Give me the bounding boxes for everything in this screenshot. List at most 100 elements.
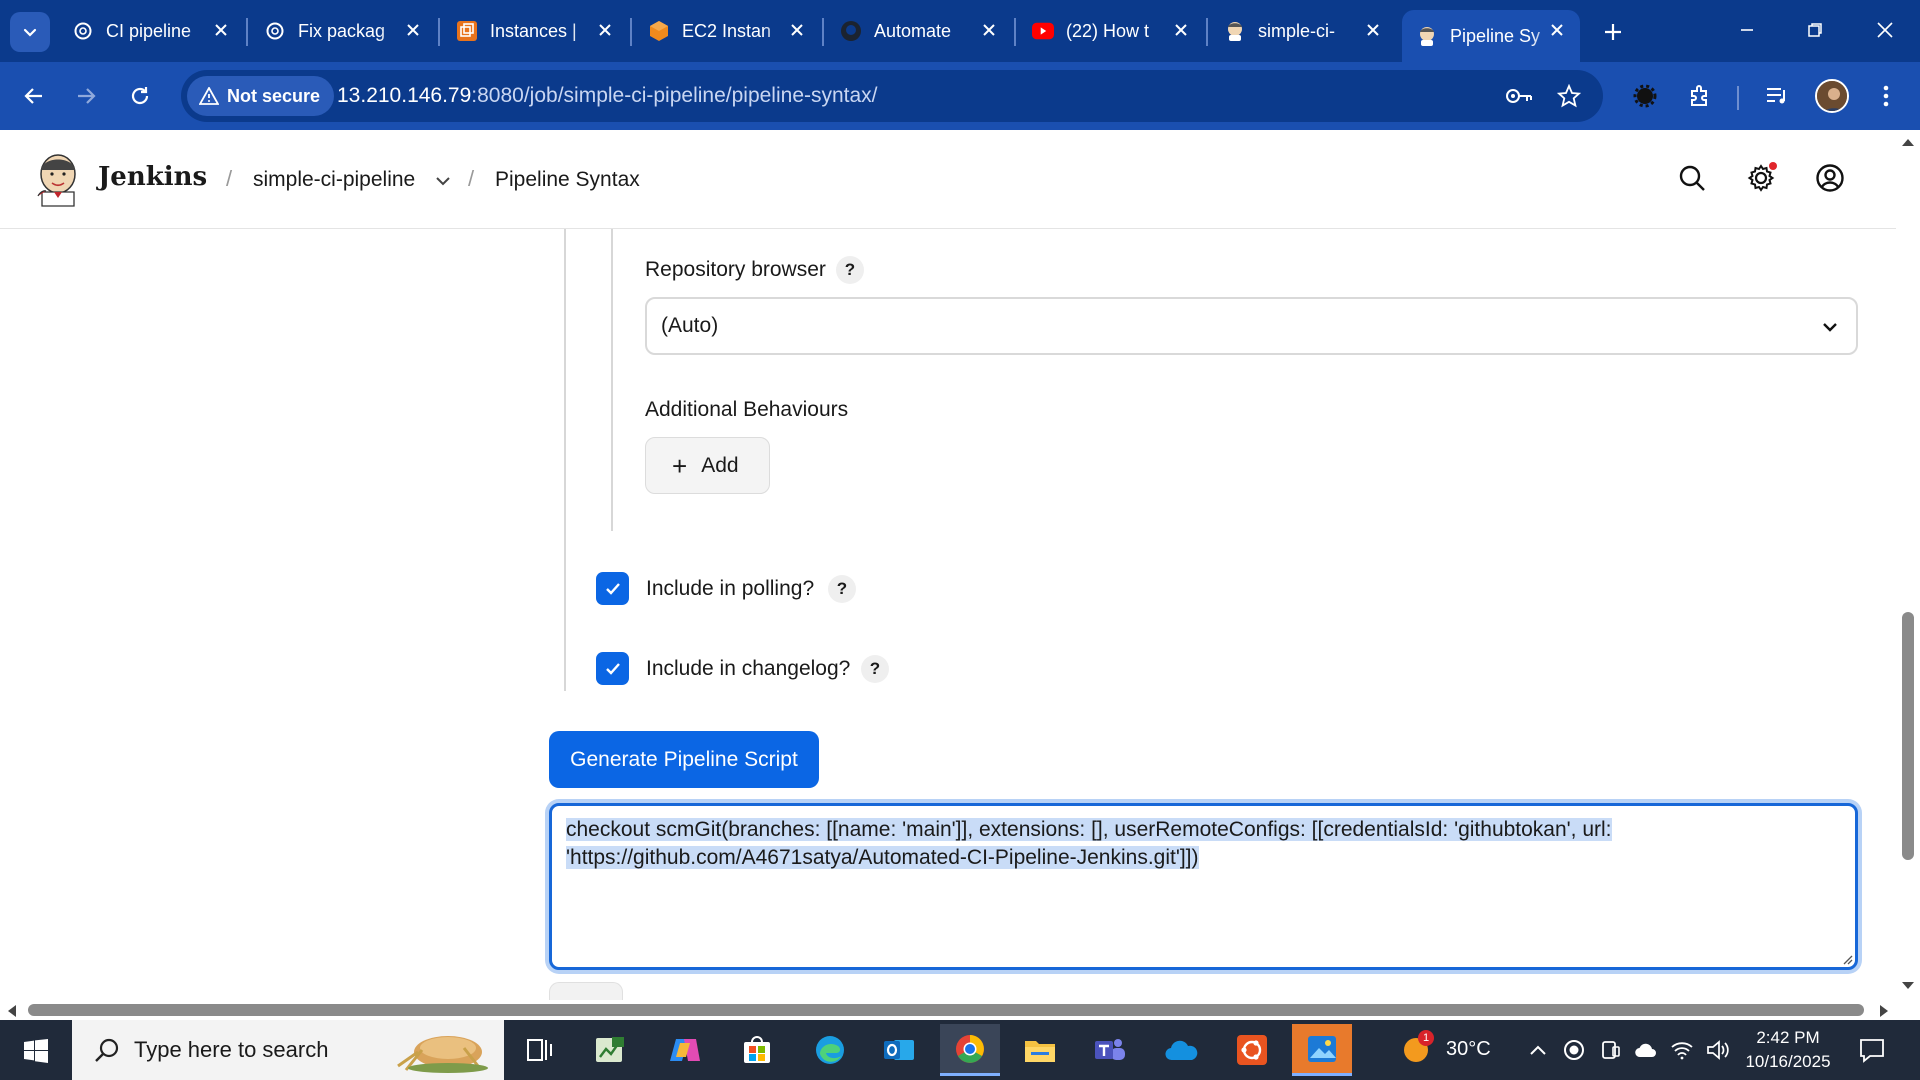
scroll-left-arrow-icon[interactable]	[6, 1004, 18, 1018]
windows-start-button[interactable]	[14, 1034, 58, 1068]
system-clock[interactable]: 2:42 PM 10/16/2025	[1740, 1026, 1836, 1074]
toolbar-separator	[1737, 86, 1739, 110]
notification-dot	[1769, 162, 1777, 170]
user-account-icon[interactable]	[1812, 160, 1848, 196]
close-icon[interactable]	[1362, 19, 1384, 41]
taskbar-search-box[interactable]: Type here to search	[72, 1020, 504, 1080]
back-button[interactable]	[14, 76, 54, 116]
browser-tab[interactable]: EC2 Instan	[634, 11, 820, 51]
profile-avatar[interactable]	[1815, 79, 1849, 113]
task-view-button[interactable]	[510, 1024, 570, 1076]
tab-title: Pipeline Sy	[1450, 25, 1541, 46]
reload-button[interactable]	[120, 76, 160, 116]
horizontal-scrollbar[interactable]	[0, 1000, 1896, 1020]
resize-handle-icon[interactable]	[1841, 953, 1853, 965]
breadcrumb-job[interactable]: simple-ci-pipeline	[253, 168, 415, 192]
jenkins-icon	[1416, 25, 1438, 47]
generate-pipeline-script-button[interactable]: Generate Pipeline Script	[549, 731, 819, 788]
repo-browser-select[interactable]: (Auto)	[645, 297, 1858, 355]
extension-gear-icon[interactable]	[1625, 76, 1665, 116]
additional-behaviours-label: Additional Behaviours	[645, 398, 849, 421]
scrollbar-thumb[interactable]	[1902, 612, 1914, 860]
include-polling-label[interactable]: Include in polling?	[646, 577, 814, 601]
browser-tab[interactable]: Instances |	[442, 11, 628, 51]
taskbar-app-outlook[interactable]	[869, 1024, 929, 1076]
media-controls-icon[interactable]	[1757, 76, 1797, 116]
taskbar-app-onedrive[interactable]	[1152, 1024, 1212, 1076]
browser-tab-active[interactable]: Pipeline Sy	[1402, 10, 1580, 62]
scrollbar-thumb[interactable]	[28, 1004, 1864, 1016]
record-indicator-icon[interactable]	[1562, 1038, 1586, 1062]
browser-tab[interactable]: Fix packag	[250, 11, 436, 51]
include-changelog-help-button[interactable]: ?	[861, 655, 889, 683]
copy-button-partial[interactable]	[549, 982, 623, 1000]
taskbar-app-ubuntu[interactable]	[1222, 1024, 1282, 1076]
notification-center-icon[interactable]	[1858, 1036, 1886, 1064]
taskbar-app-green[interactable]	[580, 1024, 640, 1076]
extensions-puzzle-icon[interactable]	[1680, 76, 1720, 116]
close-icon[interactable]	[402, 19, 424, 41]
taskbar-app-copilot[interactable]	[655, 1024, 715, 1076]
browser-tab[interactable]: Automate	[826, 11, 1012, 51]
edge-icon	[816, 1036, 844, 1064]
jenkins-brand[interactable]: Jenkins	[98, 162, 207, 192]
microsoft-store-icon	[744, 1036, 770, 1063]
vertical-scrollbar[interactable]	[1896, 130, 1920, 1000]
close-icon[interactable]	[786, 19, 808, 41]
close-icon[interactable]	[978, 19, 1000, 41]
taskbar-app-edge[interactable]	[800, 1024, 860, 1076]
tab-title: EC2 Instan	[682, 20, 772, 41]
scroll-down-arrow-icon[interactable]	[1900, 980, 1916, 992]
include-changelog-label[interactable]: Include in changelog?	[646, 657, 850, 681]
chevron-up-icon[interactable]	[1526, 1038, 1550, 1062]
jenkins-logo[interactable]	[36, 152, 80, 208]
settings-gear-icon[interactable]	[1743, 160, 1779, 196]
browser-tab[interactable]: (22) How t	[1018, 11, 1204, 51]
close-icon[interactable]	[594, 19, 616, 41]
include-changelog-checkbox[interactable]	[596, 652, 629, 685]
browser-tab[interactable]: simple-ci-	[1210, 11, 1396, 51]
taskbar-app-store[interactable]	[727, 1024, 787, 1076]
more-menu-icon[interactable]	[1866, 76, 1906, 116]
restore-button[interactable]	[1790, 10, 1840, 50]
minimize-button[interactable]	[1722, 10, 1772, 50]
include-polling-help-button[interactable]: ?	[828, 575, 856, 603]
taskbar-app-file-explorer[interactable]	[1010, 1024, 1070, 1076]
generated-script-textarea[interactable]: checkout scmGit(branches: [[name: 'main'…	[549, 803, 1858, 970]
clock-time: 2:42 PM	[1756, 1028, 1820, 1047]
tab-search-button[interactable]	[10, 12, 50, 52]
browser-tab[interactable]: CI pipeline	[58, 11, 244, 51]
add-behaviour-button[interactable]: + Add	[645, 437, 770, 494]
search-icon[interactable]	[1674, 160, 1710, 196]
volume-icon[interactable]	[1706, 1038, 1730, 1062]
device-icon[interactable]	[1598, 1038, 1622, 1062]
weather-temperature[interactable]: 30°C	[1446, 1038, 1491, 1061]
reload-icon	[131, 87, 149, 105]
scroll-right-arrow-icon[interactable]	[1878, 1004, 1890, 1018]
chatgpt-icon	[264, 20, 286, 42]
taskbar-app-photos[interactable]	[1292, 1024, 1352, 1076]
new-tab-button[interactable]	[1593, 12, 1633, 52]
taskbar-app-teams[interactable]	[1080, 1024, 1140, 1076]
chevron-down-icon[interactable]	[432, 170, 454, 192]
address-bar[interactable]: Not secure 13.210.146.79:8080/job/simple…	[181, 70, 1603, 122]
taskbar-app-chrome[interactable]	[940, 1024, 1000, 1076]
close-icon[interactable]	[1170, 19, 1192, 41]
close-icon[interactable]	[1546, 19, 1568, 41]
repo-browser-help-button[interactable]: ?	[836, 256, 864, 284]
teams-icon	[1095, 1039, 1125, 1060]
cloud-icon[interactable]	[1634, 1038, 1658, 1062]
close-window-button[interactable]	[1860, 10, 1910, 50]
forward-button[interactable]	[66, 76, 106, 116]
url-text[interactable]: 13.210.146.79:8080/job/simple-ci-pipelin…	[337, 84, 878, 108]
section-border	[564, 229, 566, 691]
security-chip[interactable]: Not secure	[187, 76, 335, 116]
bookmark-star-icon[interactable]	[1555, 82, 1583, 110]
jenkins-header: Jenkins / simple-ci-pipeline / Pipeline …	[0, 130, 1896, 229]
outlook-icon	[884, 1040, 914, 1060]
password-key-icon[interactable]	[1505, 82, 1533, 110]
wifi-icon[interactable]	[1670, 1038, 1694, 1062]
scroll-up-arrow-icon[interactable]	[1900, 136, 1916, 148]
include-polling-checkbox[interactable]	[596, 572, 629, 605]
close-icon[interactable]	[210, 19, 232, 41]
